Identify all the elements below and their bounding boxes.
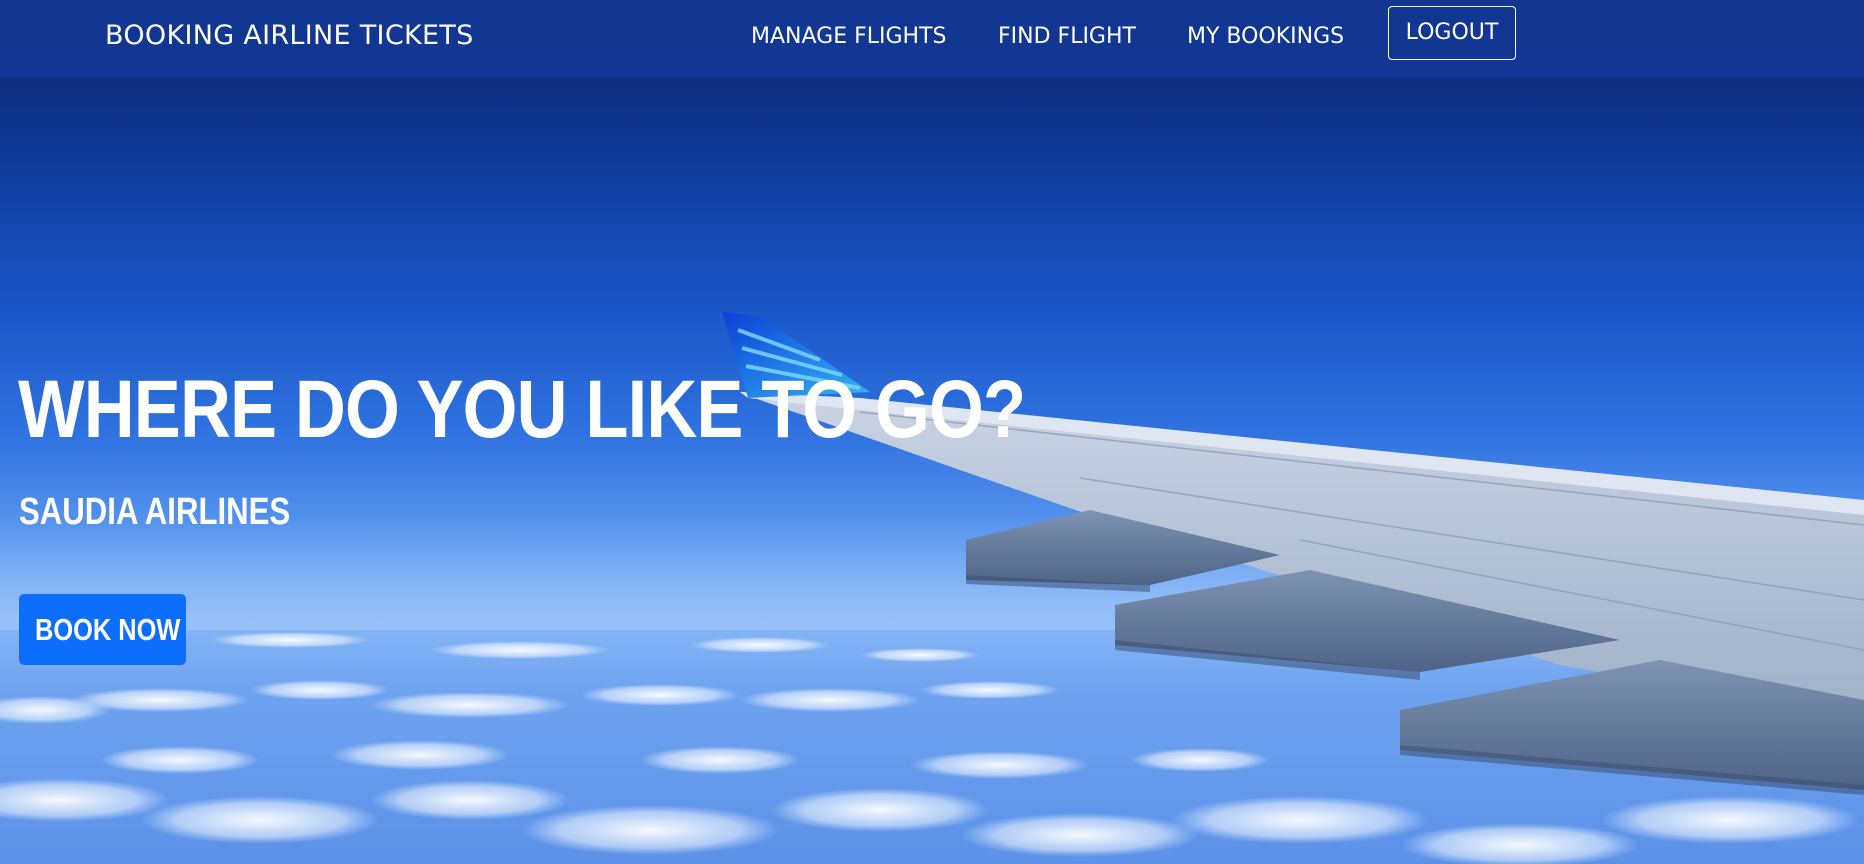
nav-link-manage-flights[interactable]: MANAGE FLIGHTS: [751, 24, 947, 49]
brand-link[interactable]: BOOKING AIRLINE TICKETS: [105, 20, 474, 51]
nav-link-my-bookings[interactable]: MY BOOKINGS: [1187, 24, 1344, 49]
hero-subtitle: SAUDIA AIRLINES: [19, 491, 291, 533]
nav-link-find-flight[interactable]: FIND FLIGHT: [998, 24, 1136, 49]
page: BOOKING AIRLINE TICKETS MANAGE FLIGHTS F…: [0, 0, 1864, 864]
book-now-label: BOOK NOW: [34, 611, 181, 647]
book-now-button[interactable]: BOOK NOW: [19, 594, 186, 665]
logout-button[interactable]: LOGOUT: [1388, 6, 1516, 60]
hero-title: WHERE DO YOU LIKE TO GO?: [18, 364, 1026, 455]
navbar: BOOKING AIRLINE TICKETS MANAGE FLIGHTS F…: [0, 0, 1864, 78]
